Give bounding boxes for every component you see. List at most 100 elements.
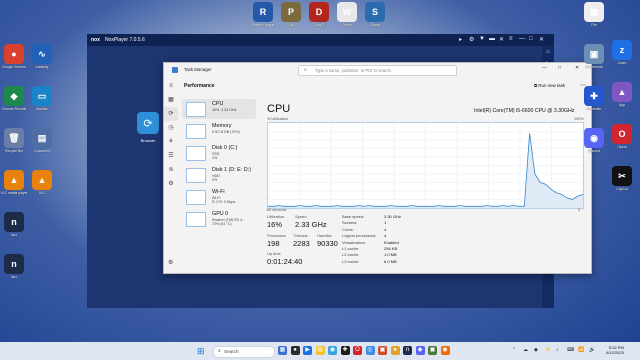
desktop-icon[interactable]: ✚ Controller xyxy=(580,86,608,111)
desktop-icon[interactable]: O Opera xyxy=(608,124,636,149)
perf-item-memory[interactable]: Memory 5.5/7.8 GB (70%) xyxy=(182,121,256,141)
taskbar-app-icon[interactable]: ● xyxy=(390,346,400,355)
desktop-icon[interactable]: R Rocket League xyxy=(249,2,277,27)
taskbar-app-icon[interactable]: ▤ xyxy=(315,346,325,355)
desktop-icon-label: PUBG xyxy=(286,23,296,27)
rail-nav-icon[interactable]: ≡ xyxy=(164,79,178,93)
browser-glyph: ⟳ xyxy=(143,117,153,130)
spec-label: L2 cache: xyxy=(342,252,360,258)
rail-nav-icon[interactable]: ☰ xyxy=(164,149,178,163)
uptime-label: Up time xyxy=(267,251,281,256)
taskbar-app-icon[interactable]: ▦ xyxy=(278,346,287,355)
desktop-icon[interactable]: 🗑 Recycle Bin xyxy=(0,128,28,153)
rail-nav-icon[interactable]: ≋ xyxy=(164,163,178,177)
desktop-icon-label: Nox xyxy=(10,233,18,237)
desktop-icon-label: Recycle Bin xyxy=(5,149,23,153)
spec-label: L3 cache: xyxy=(342,258,360,264)
desktop-icon[interactable]: ▣ Screenshot xyxy=(580,44,608,69)
perf-item-cpu[interactable]: CPU 16% 2.33 GHz xyxy=(182,99,256,119)
desktop-icon[interactable]: ▭ Monitor xyxy=(28,86,56,111)
desktop-icon[interactable]: D Dota 2 xyxy=(305,2,333,27)
taskbar: ⊞ ⌕ Search 5:32 PM 4/12/2023 ▦ ● ▶ ▤ ◉ ✚ O ◎ ▣ ● n… xyxy=(0,342,640,360)
desktop-icon-label: Audacity xyxy=(35,65,49,69)
desktop-icon[interactable]: ◉ Discord xyxy=(580,128,608,153)
desktop-icon[interactable]: ▤ Document xyxy=(28,128,56,153)
rail-nav-icon[interactable]: ◷ xyxy=(164,121,178,135)
tray-icon[interactable]: ⌃ xyxy=(512,347,516,353)
handles-value: 90330 xyxy=(317,239,338,248)
nox-control-icon[interactable]: ▼ xyxy=(479,36,485,42)
tray-icon[interactable]: 🔊 xyxy=(589,347,595,353)
taskbar-app-icon[interactable]: ▣ xyxy=(378,346,387,355)
desktop-icon[interactable]: z Zoom xyxy=(608,40,636,65)
tray-icon[interactable]: ◆ xyxy=(534,347,538,353)
nox-control-icon[interactable]: — xyxy=(519,36,525,42)
desktop-icon[interactable]: S Game xyxy=(361,2,389,27)
desktop-icon[interactable]: W Game xyxy=(333,2,361,27)
desktop-icon[interactable]: ◆ Chrome Remote xyxy=(0,86,28,111)
taskbar-app-icon[interactable]: ◎ xyxy=(365,346,375,355)
nox-control-icon[interactable]: ▸ xyxy=(459,36,462,43)
start-button[interactable]: ⊞ xyxy=(197,346,205,357)
rail-nav-icon[interactable]: ⟳ xyxy=(164,107,178,121)
desktop-icon[interactable]: ✂ CapCut xyxy=(608,166,636,191)
search-input[interactable]: ⌕ Type a name, publisher, or PID to sear… xyxy=(298,65,457,76)
taskbar-app-icon[interactable]: n xyxy=(403,346,412,355)
spec-value: 1.0 MB xyxy=(384,252,397,258)
taskbar-app-icon[interactable]: ✚ xyxy=(340,346,350,355)
desktop-icon-glyph: ▭ xyxy=(32,86,52,106)
taskbar-app-icon[interactable]: ◉ xyxy=(440,346,450,355)
desktop-icon-glyph: ✂ xyxy=(612,166,632,186)
taskbar-app-icon[interactable]: ▶ xyxy=(303,346,312,355)
desktop-icon[interactable]: ▲ VLC media player xyxy=(0,170,28,195)
clock[interactable]: 5:32 PM 4/12/2023 xyxy=(606,345,624,355)
perf-item-disk[interactable]: Disk 0 (C:) SSD 1% xyxy=(182,143,256,163)
rail-nav-icon[interactable]: ⚘ xyxy=(164,135,178,149)
taskbar-app-icon[interactable]: ● xyxy=(290,346,300,355)
tray-icon[interactable]: ⌨ xyxy=(567,347,574,353)
browser-icon[interactable]: ⟳ xyxy=(137,112,159,134)
nox-control-icon[interactable]: ≡ xyxy=(509,36,513,42)
taskbar-app-icon[interactable]: ◉ xyxy=(328,346,337,355)
maximize-button[interactable]: □ xyxy=(558,65,561,71)
desktop-icon[interactable]: ▲ VLC xyxy=(28,170,56,195)
close-button[interactable]: ✕ xyxy=(575,65,579,71)
tray-icon[interactable]: ♪ xyxy=(556,347,559,353)
nox-tool-icon[interactable]: ⌂ xyxy=(542,46,554,58)
perf-item-disk[interactable]: Disk 1 (D: E: D:) HDD 0% xyxy=(182,165,256,185)
desktop-icon[interactable]: P PUBG xyxy=(277,2,305,27)
nox-control-icon[interactable]: ✕ xyxy=(539,36,544,43)
desktop-icon-glyph: ▤ xyxy=(584,2,604,22)
threads-label: Threads xyxy=(293,233,308,238)
minimize-button[interactable]: — xyxy=(542,65,547,71)
desktop-icon[interactable]: n Nox xyxy=(0,212,28,237)
tray-icon[interactable]: ☁ xyxy=(523,347,528,353)
perf-item-gpu[interactable]: GPU 0 Radeon (TM) RX 4... 72% (51 °C) xyxy=(182,209,256,229)
desktop-icon-label: CapCut xyxy=(616,187,628,191)
nox-control-icon[interactable]: ▬ xyxy=(489,36,495,42)
desktop-icon[interactable]: n Nox xyxy=(0,254,28,279)
desktop-icon[interactable]: ▲ App xyxy=(608,82,636,107)
perf-item-wi-fi[interactable]: Wi-Fi Wi-Fi S: 0 R: 0 Kbps xyxy=(182,187,256,207)
settings-gear-icon[interactable]: ⚙ xyxy=(168,259,173,266)
desktop-icon[interactable]: ▤ File xyxy=(580,2,608,27)
rail-nav-icon[interactable]: ▦ xyxy=(164,93,178,107)
perf-thumbnail xyxy=(186,212,206,227)
desktop-icon[interactable]: ∿ Audacity xyxy=(28,44,56,69)
taskbar-app-icon[interactable]: ◆ xyxy=(415,346,425,355)
desktop-icon-label: Opera xyxy=(617,145,627,149)
taskbar-app-icon[interactable]: ▣ xyxy=(428,346,437,355)
run-new-task-button[interactable]: ⧉ Run new task xyxy=(534,83,565,88)
utilization-value: 16% xyxy=(267,220,283,229)
desktop-icon-glyph: D xyxy=(309,2,329,22)
tray-icon[interactable]: ⚡ xyxy=(545,347,551,353)
taskbar-app-icon[interactable]: O xyxy=(353,346,362,355)
nox-control-icon[interactable]: □ xyxy=(529,36,533,42)
rail-nav-icon[interactable]: ⚙ xyxy=(164,177,178,191)
nox-control-icon[interactable]: ⚙ xyxy=(469,36,474,43)
taskbar-search[interactable]: ⌕ Search xyxy=(213,346,275,358)
tray-icon[interactable]: 📶 xyxy=(578,347,584,353)
browser-label: Browser xyxy=(140,138,156,143)
nox-control-icon[interactable]: ✕ xyxy=(499,36,504,43)
desktop-icon[interactable]: ● Google Chrome xyxy=(0,44,28,69)
